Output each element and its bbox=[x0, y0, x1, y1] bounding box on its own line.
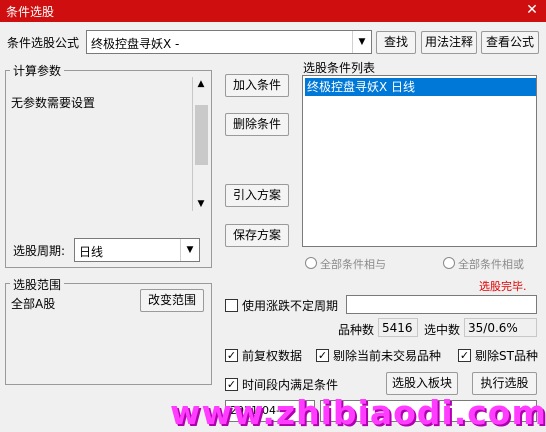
pre-adjust-checkbox[interactable]: ✓ bbox=[225, 349, 238, 362]
conditions-list-title: 选股条件列表 bbox=[303, 61, 376, 75]
params-text: 无参数需要设置 bbox=[11, 96, 96, 110]
conditions-list[interactable]: 终极控盘寻妖X 日线 bbox=[302, 75, 537, 247]
pre-adjust-label: 前复权数据 bbox=[242, 349, 303, 363]
selected-value: 35/0.6% bbox=[468, 321, 518, 335]
scroll-thumb[interactable] bbox=[195, 105, 208, 165]
time-range-checkbox[interactable]: ✓ bbox=[225, 378, 238, 391]
irregular-period-label: 使用涨跌不定周期 bbox=[242, 299, 339, 313]
scope-value: 全部A股 bbox=[11, 297, 56, 311]
exclude-no-trade-label: 剔除当前未交易品种 bbox=[333, 349, 442, 363]
chevron-down-icon[interactable]: ▼ bbox=[352, 31, 371, 53]
time-range-label: 时间段内满足条件 bbox=[242, 378, 339, 392]
formula-label: 条件选股公式 bbox=[7, 36, 80, 50]
chevron-down-icon[interactable]: ▼ bbox=[180, 239, 199, 261]
exclude-st-label: 剔除ST品种 bbox=[475, 349, 538, 363]
stock-count-value: 5416 bbox=[382, 321, 413, 335]
close-icon[interactable]: ✕ bbox=[524, 2, 540, 18]
stock-count-label: 品种数 bbox=[338, 323, 375, 337]
irregular-period-checkbox[interactable] bbox=[225, 299, 238, 312]
irregular-period-input[interactable] bbox=[346, 295, 537, 314]
selected-box: 35/0.6% bbox=[464, 318, 537, 337]
save-scheme-button[interactable]: 保存方案 bbox=[225, 224, 289, 247]
radio-and-label: 全部条件相与 bbox=[320, 258, 386, 271]
list-item[interactable]: 终极控盘寻妖X 日线 bbox=[305, 78, 536, 96]
scroll-up-icon[interactable]: ▲ bbox=[193, 79, 209, 89]
radio-and[interactable] bbox=[305, 257, 317, 269]
exclude-st-checkbox[interactable]: ✓ bbox=[458, 349, 471, 362]
scroll-down-icon[interactable]: ▼ bbox=[193, 199, 209, 209]
usage-notes-button[interactable]: 用法注释 bbox=[421, 31, 477, 54]
exclude-no-trade-checkbox[interactable]: ✓ bbox=[316, 349, 329, 362]
period-label: 选股周期: bbox=[13, 244, 66, 258]
find-button[interactable]: 查找 bbox=[376, 31, 416, 54]
formula-select[interactable]: 终极控盘寻妖X - ▼ bbox=[86, 30, 372, 54]
period-select[interactable]: 日线 ▼ bbox=[74, 238, 200, 262]
window-title: 条件选股 bbox=[6, 5, 55, 19]
watermark: www.zhibiaodi.com bbox=[170, 393, 546, 432]
stock-count-box: 5416 bbox=[378, 318, 418, 337]
to-block-button[interactable]: 选股入板块 bbox=[386, 372, 458, 395]
period-value: 日线 bbox=[79, 245, 104, 259]
formula-value: 终极控盘寻妖X - bbox=[91, 37, 180, 51]
radio-or-label: 全部条件相或 bbox=[458, 258, 524, 271]
radio-or[interactable] bbox=[443, 257, 455, 269]
execute-button[interactable]: 执行选股 bbox=[472, 372, 537, 395]
delete-condition-button[interactable]: 删除条件 bbox=[225, 113, 289, 136]
add-condition-button[interactable]: 加入条件 bbox=[225, 74, 289, 97]
params-scrollbar[interactable]: ▲ ▼ bbox=[192, 77, 209, 211]
import-scheme-button[interactable]: 引入方案 bbox=[225, 184, 289, 207]
scope-group-title: 选股范围 bbox=[10, 276, 65, 293]
status-text: 选股完毕. bbox=[479, 280, 527, 293]
change-scope-button[interactable]: 改变范围 bbox=[140, 289, 204, 312]
title-bar: 条件选股 ✕ bbox=[0, 0, 546, 22]
selected-label: 选中数 bbox=[424, 323, 461, 337]
view-formula-button[interactable]: 查看公式 bbox=[481, 31, 539, 54]
params-group-title: 计算参数 bbox=[10, 62, 65, 79]
